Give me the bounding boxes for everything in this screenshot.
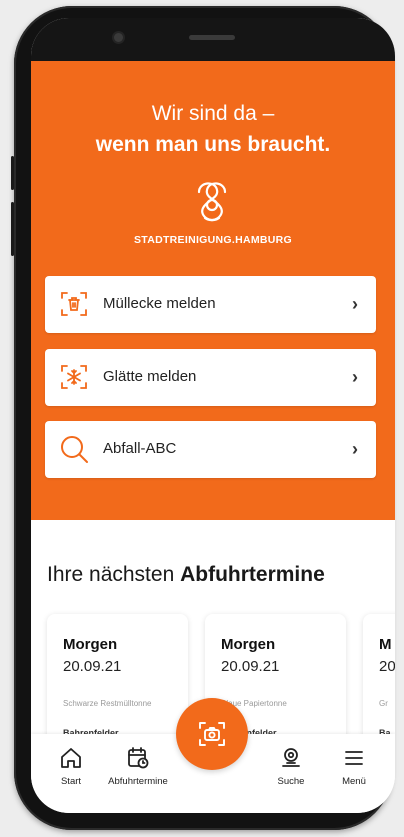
section-title-regular: Ihre nächsten [47, 563, 181, 586]
action-label: Abfall-ABC [103, 440, 177, 457]
home-icon [61, 748, 81, 768]
stadtreinigung-logo-icon [197, 182, 227, 222]
status-area [31, 18, 395, 61]
section-title: Ihre nächsten Abfuhrtermine [47, 563, 325, 587]
action-label: Glätte melden [103, 368, 197, 385]
bin-type: Gr [379, 699, 388, 708]
section-title-bold: Abfuhrtermine [180, 563, 325, 586]
volume-button [11, 202, 14, 256]
location-pin-icon [282, 748, 300, 767]
trash-report-icon [61, 292, 87, 316]
speaker-grill [189, 35, 235, 40]
pickup-day: Morgen [221, 636, 276, 653]
pickup-day: M [379, 636, 392, 653]
calendar-clock-icon [128, 747, 149, 769]
action-muellecke-melden[interactable]: Müllecke melden › [45, 276, 376, 333]
app-screen: Wir sind da – wenn man uns braucht. STAD… [31, 18, 395, 813]
camera-icon [199, 722, 225, 746]
tab-label: Abfuhrtermine [108, 776, 168, 787]
tab-start[interactable]: Start [49, 746, 93, 787]
tab-label: Suche [277, 776, 305, 787]
camera-report-button[interactable] [176, 698, 248, 770]
pickup-date: 20.09.21 [221, 658, 280, 675]
volume-button [11, 156, 14, 190]
hero-tagline-line1: Wir sind da – [151, 102, 275, 125]
bin-type: Schwarze Restmülltonne [63, 699, 152, 708]
action-label: Müllecke melden [103, 295, 216, 312]
brand-wordmark: STADTREINIGUNG.HAMBURG [133, 234, 293, 246]
chevron-right-icon: › [352, 367, 358, 387]
bin-type: Blaue Papiertonne [221, 699, 287, 708]
pickup-date: 20 [379, 658, 395, 675]
hamburger-menu-icon [345, 751, 363, 765]
chevron-right-icon: › [352, 439, 358, 459]
action-glaette-melden[interactable]: Glätte melden › [45, 349, 376, 406]
pickup-day: Morgen [63, 636, 118, 653]
tab-suche[interactable]: Suche [266, 746, 316, 787]
pickup-date: 20.09.21 [63, 658, 122, 675]
tab-menu[interactable]: Menü [331, 746, 377, 787]
front-camera-icon [114, 33, 123, 42]
hero-tagline-line2: wenn man uns braucht. [95, 133, 331, 156]
search-icon [61, 436, 88, 463]
tab-abfuhrtermine[interactable]: Abfuhrtermine [97, 746, 179, 787]
chevron-right-icon: › [352, 294, 358, 314]
tab-label: Menü [342, 776, 366, 787]
action-abfall-abc[interactable]: Abfall-ABC › [45, 421, 376, 478]
snowflake-report-icon [61, 365, 87, 389]
tab-label: Start [60, 776, 82, 787]
